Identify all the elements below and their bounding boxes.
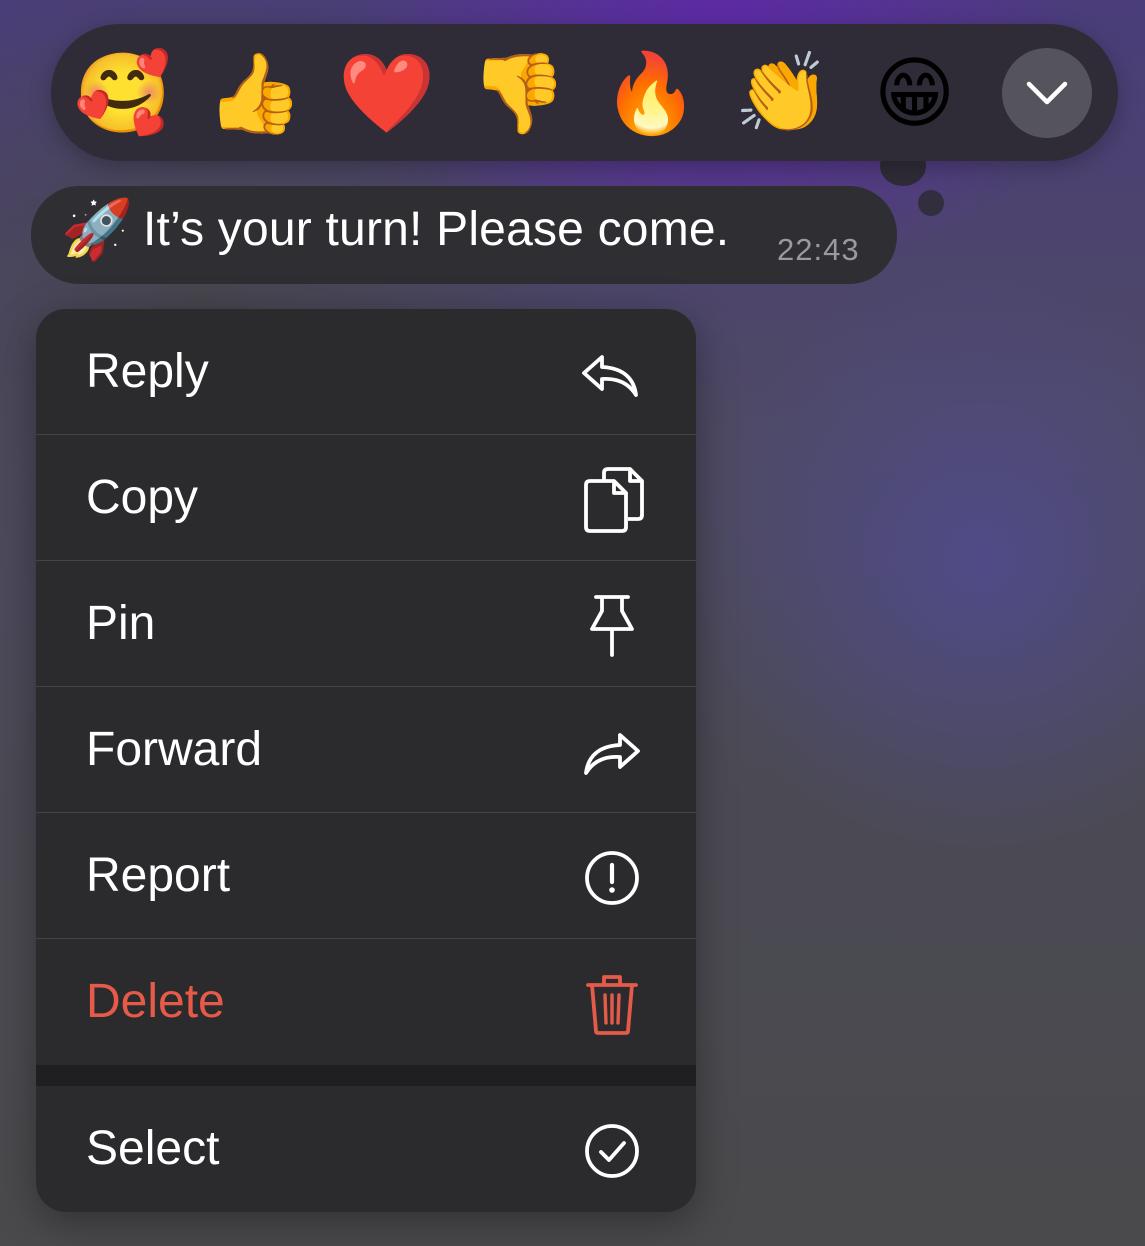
message-bubble: 🚀 It’s your turn! Please come. 22:43 (31, 186, 897, 284)
menu-item-label: Copy (86, 471, 199, 524)
reaction-thumbs-up[interactable]: 👍 (206, 46, 303, 141)
menu-section-gap (36, 1065, 696, 1086)
checkmark-circle-icon (585, 1124, 639, 1178)
rocket-emoji: 🚀 (61, 195, 134, 263)
menu-item-pin[interactable]: Pin (36, 561, 696, 686)
forward-icon (584, 733, 640, 775)
reaction-bar: 🥰 👍 ❤️ 👎 🔥 👏 😁 (51, 24, 1118, 161)
menu-item-label: Forward (86, 723, 263, 776)
menu-item-copy[interactable]: Copy (36, 435, 696, 560)
exclamation-circle-icon (585, 851, 639, 905)
reaction-smiling-face-with-hearts[interactable]: 🥰 (74, 46, 171, 141)
menu-item-label: Pin (86, 597, 156, 650)
menu-item-forward[interactable]: Forward (36, 687, 696, 812)
pin-icon (590, 595, 634, 657)
chevron-down-icon (1026, 81, 1068, 105)
message-timestamp: 22:43 (777, 232, 860, 267)
reaction-beaming-face[interactable]: 😁 (867, 46, 962, 141)
context-menu: Reply Copy Pin Forward Report Delete Sel… (36, 309, 696, 1212)
reaction-red-heart[interactable]: ❤️ (338, 46, 435, 141)
menu-item-label: Reply (86, 345, 209, 398)
reply-icon (582, 355, 638, 397)
expand-reactions-button[interactable] (1002, 48, 1092, 138)
reaction-bar-tail-small (918, 190, 944, 216)
menu-item-label: Delete (86, 975, 225, 1028)
reaction-thumbs-down[interactable]: 👎 (470, 46, 567, 141)
reaction-clapping-hands[interactable]: 👏 (734, 46, 831, 141)
reaction-fire[interactable]: 🔥 (602, 46, 699, 141)
menu-item-select[interactable]: Select (36, 1086, 696, 1211)
menu-item-label: Report (86, 849, 231, 902)
message-text: It’s your turn! Please come. (143, 203, 730, 256)
menu-item-label: Select (86, 1122, 220, 1175)
menu-item-reply[interactable]: Reply (36, 309, 696, 434)
menu-item-delete[interactable]: Delete (36, 939, 696, 1064)
menu-item-report[interactable]: Report (36, 813, 696, 938)
trash-icon (586, 975, 638, 1035)
copy-icon (584, 467, 644, 533)
